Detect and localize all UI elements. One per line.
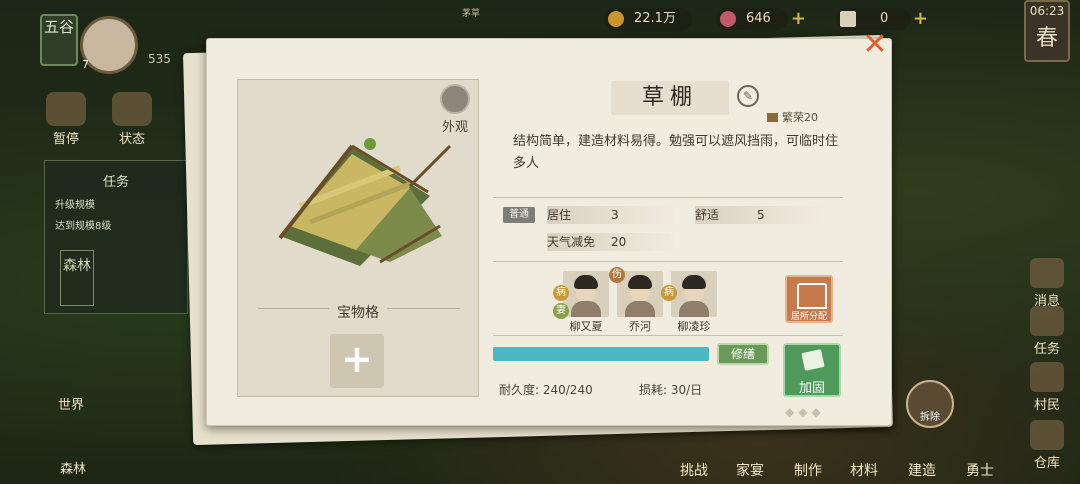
game-time: 06:23: [1029, 4, 1065, 18]
loss-text: 损耗: 30/日: [639, 383, 703, 397]
durability-text: 耐久度: 240/240: [499, 383, 593, 397]
building-description: 结构简单，建造材料易得。勉强可以遮风挡雨，可临时住多人: [513, 134, 839, 171]
resident-name: 柳又夏: [569, 320, 603, 333]
durability-bar: [493, 347, 709, 361]
building-title: 草棚: [611, 81, 729, 115]
resident-card[interactable]: 病 妻 柳又夏: [553, 271, 609, 334]
warrior-button[interactable]: 勇士: [966, 460, 994, 480]
coin-counter: 22.1万: [604, 8, 692, 30]
straw-hut-image: [278, 138, 452, 266]
bottom-bar: 挑战 家宴 制作 材料 建造 勇士: [660, 450, 1080, 480]
task-title: 任务: [102, 175, 129, 190]
status-badge: 病: [553, 285, 569, 301]
stat-comfort: 舒适 5: [695, 206, 825, 224]
player-level: 7: [82, 58, 89, 71]
pig-icon: [1030, 420, 1064, 450]
resident-name: 乔河: [629, 320, 651, 333]
banquet-button[interactable]: 家宴: [736, 460, 764, 480]
season-name: 春: [1035, 26, 1058, 51]
prosperity-icon: [767, 113, 778, 122]
tasks-button[interactable]: 任务: [1022, 306, 1072, 357]
status-badge: 病: [661, 285, 677, 301]
challenge-button[interactable]: 挑战: [680, 460, 708, 480]
status-badge: 伤: [609, 267, 625, 283]
villager-icon: [1030, 362, 1064, 392]
task-scroll-icon: [1030, 306, 1064, 336]
add-gems-button[interactable]: +: [791, 8, 806, 30]
resident-portrait: [563, 271, 609, 317]
resident-portrait: [671, 271, 717, 317]
craft-button[interactable]: 制作: [794, 460, 822, 480]
scroll-icon: [1030, 258, 1064, 288]
allocate-housing-button[interactable]: 居所分配: [785, 275, 833, 323]
build-button[interactable]: 建造: [908, 460, 936, 480]
divider: [493, 197, 843, 198]
resident-card[interactable]: 病 柳凌珍: [661, 271, 717, 334]
building-dialog: 外观 宝物格 + 草棚 ✎ 繁荣20 结构简单，建造材料易得。勉强可以遮风挡雨，…: [206, 38, 892, 426]
ticket-icon: [840, 11, 856, 27]
task-line-2: 达到规模8级: [55, 221, 112, 232]
spouse-badge: 妻: [553, 303, 569, 319]
quality-tag: 普通: [503, 207, 535, 223]
building-image-panel: 外观 宝物格 +: [237, 79, 479, 397]
world-button[interactable]: 世界: [58, 394, 84, 413]
resident-card[interactable]: 伤 乔河: [609, 267, 663, 334]
stat-live: 居住 3: [547, 206, 677, 224]
add-tickets-button[interactable]: +: [913, 8, 928, 30]
stat-weather: 天气减免 20: [547, 233, 677, 251]
appearance-icon: [440, 84, 470, 114]
divider: [493, 261, 843, 262]
gem-icon: [720, 11, 736, 27]
demolish-button[interactable]: 拆除: [906, 380, 954, 428]
status-button[interactable]: 状态: [104, 92, 160, 147]
forest-button[interactable]: 森林: [60, 458, 86, 477]
treasure-label: 宝物格: [238, 302, 478, 322]
region-tag[interactable]: 五谷: [40, 14, 78, 66]
task-line-1: 升级规模: [55, 200, 95, 211]
coin-icon: [608, 11, 624, 27]
divider: [493, 335, 843, 336]
repair-button[interactable]: 修缮: [717, 343, 769, 365]
materials-button[interactable]: 材料: [850, 460, 878, 480]
news-button[interactable]: 消息: [1022, 258, 1072, 309]
villagers-button[interactable]: 村民: [1022, 362, 1072, 413]
house-icon: [112, 92, 152, 126]
pause-button[interactable]: 暂停: [38, 92, 94, 147]
forest-region-tag[interactable]: 森林: [60, 250, 94, 306]
gem-counter: 646 +: [716, 8, 806, 30]
grain-counter: 535: [148, 52, 171, 66]
reinforce-progress-dots: ◆◆◆: [785, 405, 825, 419]
top-small-label: 茅草: [462, 9, 481, 19]
prosperity-value: 繁荣20: [767, 109, 818, 125]
season-clock[interactable]: 06:23 春: [1024, 0, 1070, 62]
rename-icon[interactable]: ✎: [737, 85, 759, 107]
resident-name: 柳凌珍: [677, 320, 711, 333]
mushroom-icon: [46, 92, 86, 126]
add-treasure-button[interactable]: +: [330, 334, 384, 388]
reinforce-button[interactable]: 加固: [783, 343, 841, 397]
top-hud: 茅草 22.1万 646 + 0 +: [0, 6, 1080, 32]
close-button[interactable]: ✕: [860, 30, 890, 60]
